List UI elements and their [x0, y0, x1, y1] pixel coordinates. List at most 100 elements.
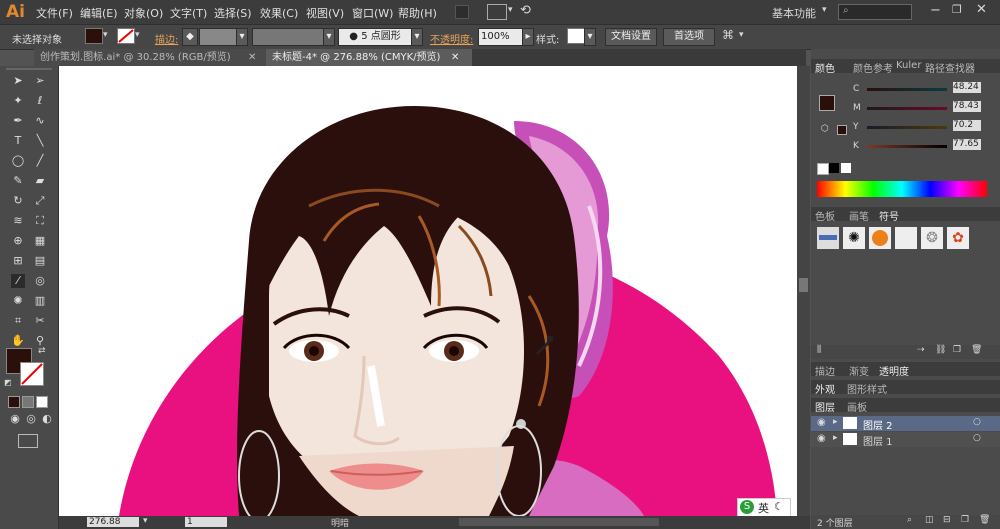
clipping-mask-icon[interactable]: ◫ — [925, 515, 934, 525]
menu-select[interactable]: 选择(S) — [214, 5, 252, 21]
document-setup-button[interactable]: 文档设置 — [605, 28, 657, 46]
chevron-right-icon[interactable]: ▸ — [833, 433, 838, 443]
variable-width-profile[interactable] — [252, 28, 324, 46]
place-symbol-icon[interactable]: ⇢ — [917, 345, 925, 355]
close-button[interactable]: ✕ — [976, 2, 987, 17]
swap-colors-icon[interactable]: ⇄ — [38, 346, 46, 356]
symbol-orange-circle[interactable] — [869, 227, 891, 249]
tab-appearance[interactable]: 外观 — [815, 381, 835, 396]
tab-pathfinder[interactable]: 路径查找器 — [925, 60, 975, 75]
ellipse-tool-icon[interactable]: ◯ — [11, 154, 25, 168]
default-colors-icon[interactable]: ◩ — [4, 378, 12, 387]
bridge-icon[interactable] — [455, 5, 469, 19]
chevron-down-icon[interactable]: ▾ — [822, 5, 827, 15]
pen-tool-icon[interactable]: ✒ — [11, 114, 25, 128]
chevron-down-icon[interactable]: ▾ — [508, 5, 513, 15]
artboard-canvas[interactable]: S 英 ☾ — [59, 66, 797, 516]
panel-menu-icon[interactable]: ⌘ — [722, 28, 734, 42]
tab-gradient[interactable]: 渐变 — [849, 363, 869, 378]
locate-object-icon[interactable]: ⌕ — [907, 515, 912, 525]
slice-tool-icon[interactable]: ✂ — [33, 314, 47, 328]
symbol-flower[interactable]: ✿ — [947, 227, 969, 249]
tab-stroke[interactable]: 描边 — [815, 363, 835, 378]
target-icon[interactable]: ○ — [973, 417, 981, 427]
layer-name[interactable]: 图层 2 — [863, 417, 893, 432]
stroke-label[interactable]: 描边: — [155, 31, 178, 46]
symbol-libraries-icon[interactable]: ⫼ — [817, 345, 821, 355]
gradient-tool-icon[interactable]: ▤ — [33, 254, 47, 268]
opacity-input[interactable]: 100% — [478, 28, 524, 46]
none-mode-icon[interactable] — [36, 396, 48, 408]
chevron-right-icon[interactable]: ▸ — [522, 28, 534, 46]
chevron-down-icon[interactable]: ▾ — [739, 30, 744, 40]
zoom-input[interactable]: 276.88 — [87, 517, 139, 527]
new-layer-icon[interactable]: ❐ — [961, 515, 969, 525]
tab-kuler[interactable]: Kuler — [896, 60, 921, 71]
draw-behind-icon[interactable]: ◎ — [24, 412, 38, 426]
vertical-scrollbar[interactable] — [797, 66, 810, 516]
channel-c-input[interactable]: 48.24 — [953, 82, 981, 93]
delete-icon[interactable]: 🗑 — [979, 515, 990, 525]
rotate-tool-icon[interactable]: ↻ — [11, 194, 25, 208]
restore-button[interactable]: ❐ — [952, 3, 962, 16]
menu-type[interactable]: 文字(T) — [170, 5, 207, 21]
channel-m-slider[interactable] — [867, 107, 947, 110]
layer-row[interactable]: ◉ ▸ 图层 1 ○ — [811, 432, 1000, 448]
new-sublayer-icon[interactable]: ⊟ — [943, 515, 951, 525]
chevron-down-icon[interactable]: ▾ — [236, 28, 248, 46]
minimize-button[interactable]: − — [930, 3, 941, 18]
channel-k-slider[interactable] — [867, 145, 947, 148]
channel-y-slider[interactable] — [867, 126, 947, 129]
visibility-eye-icon[interactable]: ◉ — [817, 433, 826, 444]
lasso-tool-icon[interactable]: ℓ — [33, 94, 47, 108]
type-tool-icon[interactable]: T — [11, 134, 25, 148]
opacity-label[interactable]: 不透明度: — [430, 31, 473, 46]
visibility-eye-icon[interactable]: ◉ — [817, 417, 826, 428]
channel-y-input[interactable]: 70.2 — [953, 120, 981, 131]
mesh-tool-icon[interactable]: ⊞ — [11, 254, 25, 268]
line-tool-icon[interactable]: ╲ — [33, 134, 47, 148]
shape-builder-tool-icon[interactable]: ⊕ — [11, 234, 25, 248]
draw-inside-icon[interactable]: ◐ — [40, 412, 54, 426]
white-swatch[interactable] — [841, 163, 851, 173]
close-icon[interactable]: ✕ — [451, 49, 459, 66]
column-graph-tool-icon[interactable]: ▥ — [33, 294, 47, 308]
stroke-weight-input[interactable] — [199, 28, 237, 46]
chevron-down-icon[interactable]: ▾ — [103, 30, 108, 40]
stroke-swatch[interactable] — [117, 28, 135, 44]
toolbox-grip[interactable] — [6, 68, 52, 70]
chevron-down-icon[interactable]: ▾ — [323, 28, 335, 46]
chevron-down-icon[interactable]: ▾ — [143, 516, 148, 526]
close-icon[interactable]: ✕ — [248, 49, 256, 66]
tab-layers[interactable]: 图层 — [815, 399, 835, 414]
horizontal-scrollbar[interactable] — [459, 518, 659, 526]
tab-swatches[interactable]: 色板 — [815, 208, 835, 223]
status-mode[interactable]: 明暗 — [331, 516, 349, 529]
graphic-style-swatch[interactable] — [567, 28, 585, 44]
chevron-right-icon[interactable]: ▸ — [833, 417, 838, 427]
gradient-mode-icon[interactable] — [22, 396, 34, 408]
tab-brushes[interactable]: 画笔 — [849, 208, 869, 223]
none-swatch[interactable] — [817, 163, 829, 175]
scrollbar-thumb[interactable] — [799, 278, 808, 292]
tab-color-guide[interactable]: 颜色参考 — [853, 60, 893, 75]
hand-tool-icon[interactable]: ✋ — [11, 334, 25, 348]
out-of-gamut-swatch[interactable] — [837, 125, 847, 135]
color-spectrum[interactable] — [817, 181, 987, 197]
target-icon[interactable]: ○ — [973, 433, 981, 443]
chevron-down-icon[interactable]: ▾ — [135, 30, 140, 40]
layer-name[interactable]: 图层 1 — [863, 433, 893, 448]
tab-artboards[interactable]: 画板 — [847, 399, 867, 414]
layer-row[interactable]: ◉ ▸ 图层 2 ○ — [811, 416, 1000, 432]
curvature-tool-icon[interactable]: ∿ — [33, 114, 47, 128]
warp-tool-icon[interactable]: ≋ — [11, 214, 25, 228]
symbol-splat[interactable]: ✺ — [843, 227, 865, 249]
brush-definition[interactable]: ● 5 点圆形 — [338, 28, 412, 46]
blend-tool-icon[interactable]: ◎ — [33, 274, 47, 288]
fill-color-box[interactable] — [819, 95, 835, 111]
symbol-tag[interactable] — [895, 227, 917, 249]
paintbrush-tool-icon[interactable]: ╱ — [33, 154, 47, 168]
tab-symbols[interactable]: 符号 — [879, 208, 899, 223]
stroke-color-box[interactable] — [20, 362, 44, 386]
tab-document-1[interactable]: 创作策划.图标.ai* @ 30.28% (RGB/预览) ✕ — [34, 49, 268, 66]
